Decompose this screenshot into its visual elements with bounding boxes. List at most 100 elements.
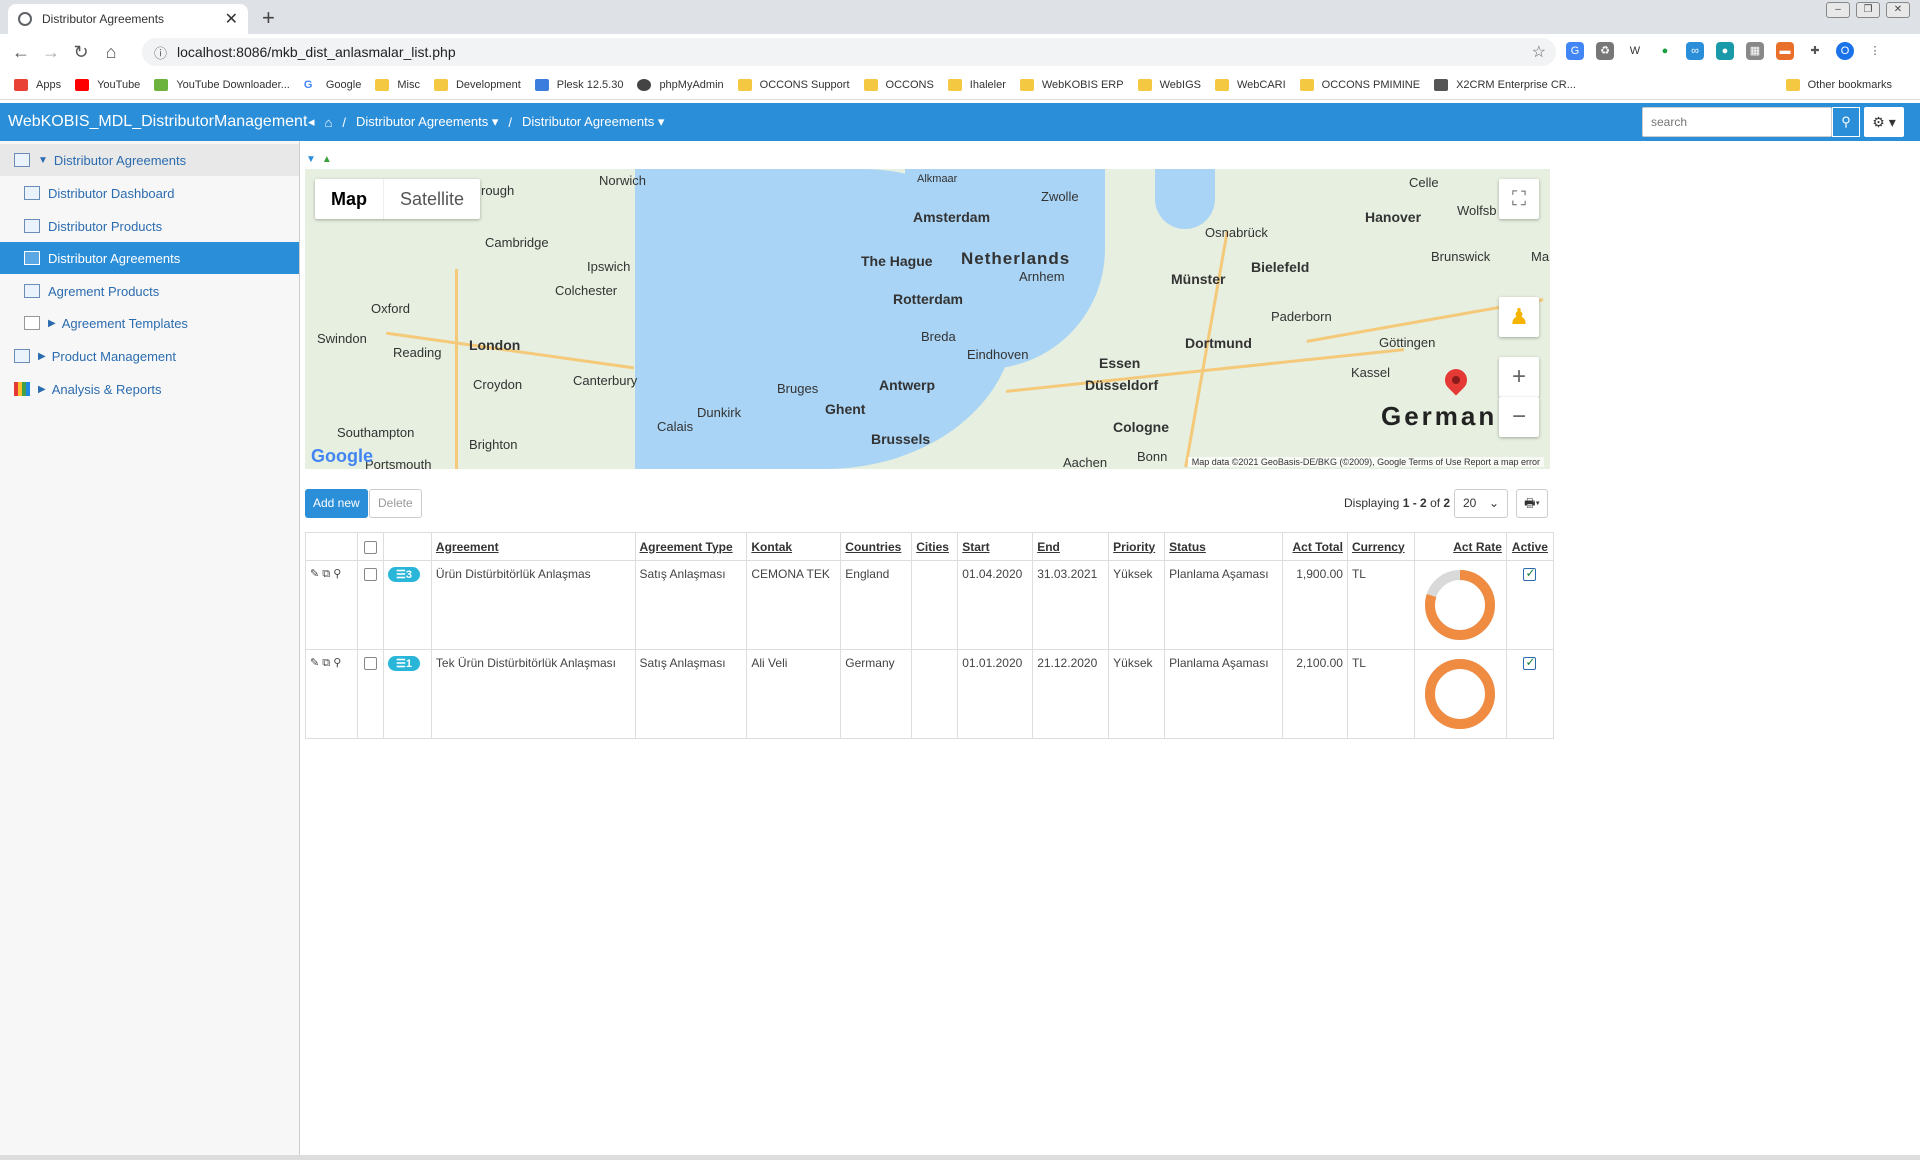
sidebar-item-agreement-templates[interactable]: ▶ Agreement Templates	[0, 307, 299, 339]
translate-icon[interactable]: G	[1566, 42, 1584, 60]
bookmark-folder[interactable]: OCCONS PMIMINE	[1299, 78, 1420, 91]
column-header[interactable]: Kontak	[746, 532, 842, 561]
view-icon[interactable]: ⚲	[333, 568, 341, 580]
details-badge[interactable]: ☰1	[387, 656, 420, 671]
globe-ext-icon[interactable]: ●	[1716, 42, 1734, 60]
column-header[interactable]: Active	[1505, 532, 1555, 561]
table-row[interactable]: ✎ ⧉ ⚲ ☰1 Tek Ürün Distürbitörlük Anlaşma…	[305, 649, 1555, 739]
bookmark-folder[interactable]: WebIGS	[1137, 78, 1201, 91]
map-attribution[interactable]: Map data ©2021 GeoBasis-DE/BKG (©2009), …	[1187, 457, 1544, 467]
bookmark-google[interactable]: G Google	[303, 78, 361, 91]
url-bar[interactable]: ⓘ localhost:8086/mkb_dist_anlasmalar_lis…	[142, 38, 1556, 66]
reload-icon[interactable]: ↻	[66, 42, 96, 63]
bookmark-star-icon[interactable]: ☆	[1532, 42, 1546, 62]
app-title[interactable]: WebKOBIS_MDL_DistributorManagement	[0, 113, 307, 131]
zoom-in-button[interactable]: +	[1499, 357, 1539, 397]
sidebar-item-agrement-products[interactable]: Agrement Products	[0, 275, 299, 307]
profile-avatar[interactable]: O	[1836, 42, 1854, 60]
close-tab-icon[interactable]: ✕	[225, 9, 238, 29]
map-type-map[interactable]: Map	[315, 179, 384, 219]
wikipedia-icon[interactable]: W	[1626, 42, 1644, 60]
expand-up-icon[interactable]: ▲	[322, 154, 332, 165]
column-header[interactable]: Act Total	[1281, 532, 1348, 561]
print-button[interactable]: 🖶▾	[1516, 489, 1548, 518]
menu-icon[interactable]: ⋮	[1866, 42, 1884, 60]
column-header[interactable]: End	[1032, 532, 1110, 561]
fullscreen-button[interactable]: ⛶	[1499, 179, 1539, 219]
back-chevron-icon[interactable]: ◂	[308, 114, 315, 130]
column-header[interactable]: Agreement Type	[634, 532, 748, 561]
table-row[interactable]: ✎ ⧉ ⚲ ☰3 Ürün Distürbitörlük Anlaşmas Sa…	[305, 560, 1555, 650]
row-checkbox[interactable]	[363, 657, 377, 671]
bookmark-folder[interactable]: OCCONS	[863, 78, 934, 91]
restore-icon[interactable]: ❐	[1856, 2, 1880, 18]
minimize-icon[interactable]: –	[1826, 2, 1850, 18]
column-header[interactable]: Act Rate	[1413, 532, 1507, 561]
column-header[interactable]: Cities	[911, 532, 959, 561]
sidebar-item-distributor-dashboard[interactable]: Distributor Dashboard	[0, 177, 299, 209]
bookmark-folder[interactable]: OCCONS Support	[737, 78, 850, 91]
row-checkbox[interactable]	[363, 568, 377, 582]
search-input[interactable]	[1642, 107, 1832, 137]
home-icon[interactable]: ⌂	[325, 115, 333, 130]
active-checkbox[interactable]	[1523, 566, 1537, 582]
edit-icon[interactable]: ✎	[310, 657, 319, 669]
bookmark-apps[interactable]: Apps	[14, 78, 61, 91]
copy-icon[interactable]: ⧉	[322, 568, 330, 580]
zoom-out-button[interactable]: −	[1499, 397, 1539, 437]
bookmark-youtube[interactable]: YouTube	[75, 78, 140, 91]
bookmark-folder[interactable]: Misc	[375, 78, 420, 91]
horizontal-scrollbar[interactable]	[0, 1155, 1920, 1160]
add-new-button[interactable]: Add new	[305, 489, 368, 518]
select-all-checkbox[interactable]	[363, 540, 377, 554]
back-icon[interactable]: ←	[6, 42, 36, 63]
view-icon[interactable]: ⚲	[333, 657, 341, 669]
search-button[interactable]: ⚲	[1832, 107, 1860, 137]
column-header[interactable]: Start	[957, 532, 1034, 561]
sidebar-item-distributor-products[interactable]: Distributor Products	[0, 210, 299, 242]
sidebar-item-distributor-agreements-group[interactable]: ▼ Distributor Agreements	[0, 144, 299, 176]
location-icon[interactable]: ●	[1656, 42, 1674, 60]
recycle-icon[interactable]: ♻	[1596, 42, 1614, 60]
delete-button[interactable]: Delete	[369, 489, 422, 518]
breadcrumb-item[interactable]: Distributor Agreements ▾	[356, 114, 498, 130]
bookmark-youtube-downloader[interactable]: YouTube Downloader...	[154, 78, 290, 91]
map-marker[interactable]	[1440, 364, 1472, 396]
breadcrumb-item[interactable]: Distributor Agreements ▾	[522, 114, 664, 130]
home-icon[interactable]: ⌂	[96, 42, 126, 63]
bookmark-folder[interactable]: Development	[433, 78, 521, 91]
column-header[interactable]: Countries	[840, 532, 913, 561]
map[interactable]: rough Norwich Cambridge Ipswich Colchest…	[305, 169, 1550, 469]
bookmark-x2crm[interactable]: X2CRM Enterprise CR...	[1434, 78, 1576, 91]
close-window-icon[interactable]: ✕	[1886, 2, 1910, 18]
forward-icon[interactable]: →	[36, 42, 66, 63]
bookmark-folder[interactable]: WebCARI	[1214, 78, 1286, 91]
settings-button[interactable]: ⚙ ▾	[1864, 107, 1904, 137]
edit-icon[interactable]: ✎	[310, 568, 319, 580]
puzzle-icon[interactable]: ✚	[1806, 42, 1824, 60]
browser-tab[interactable]: Distributor Agreements ✕	[8, 4, 248, 34]
sidebar-item-product-management[interactable]: ▶ Product Management	[0, 340, 299, 372]
map-type-satellite[interactable]: Satellite	[384, 179, 480, 219]
column-header[interactable]: Currency	[1346, 532, 1415, 561]
sheet-ext-icon[interactable]: ▬	[1776, 42, 1794, 60]
copy-icon[interactable]: ⧉	[322, 657, 330, 669]
column-header[interactable]: Priority	[1108, 532, 1166, 561]
bookmark-folder[interactable]: Ihaleler	[947, 78, 1006, 91]
details-badge[interactable]: ☰3	[387, 567, 420, 582]
new-tab-button[interactable]: +	[262, 5, 275, 31]
other-bookmarks[interactable]: Other bookmarks	[1785, 78, 1892, 91]
column-header[interactable]: Agreement	[430, 532, 636, 561]
collapse-down-icon[interactable]: ▼	[306, 154, 316, 165]
bookmark-folder[interactable]: WebKOBIS ERP	[1019, 78, 1124, 91]
link-icon[interactable]: ∞	[1686, 42, 1704, 60]
column-header[interactable]: Status	[1164, 532, 1283, 561]
page-size-select[interactable]: 20 ⌄	[1454, 489, 1508, 518]
sidebar-item-analysis-reports[interactable]: ▶ Analysis & Reports	[0, 373, 299, 405]
active-checkbox[interactable]	[1523, 655, 1537, 671]
bookmark-phpmyadmin[interactable]: phpMyAdmin	[637, 78, 724, 91]
sidebar-item-distributor-agreements[interactable]: Distributor Agreements	[0, 242, 299, 274]
grid-ext-icon[interactable]: ▦	[1746, 42, 1764, 60]
bookmark-plesk[interactable]: Plesk 12.5.30	[534, 78, 623, 91]
pegman-button[interactable]: ♟	[1499, 297, 1539, 337]
